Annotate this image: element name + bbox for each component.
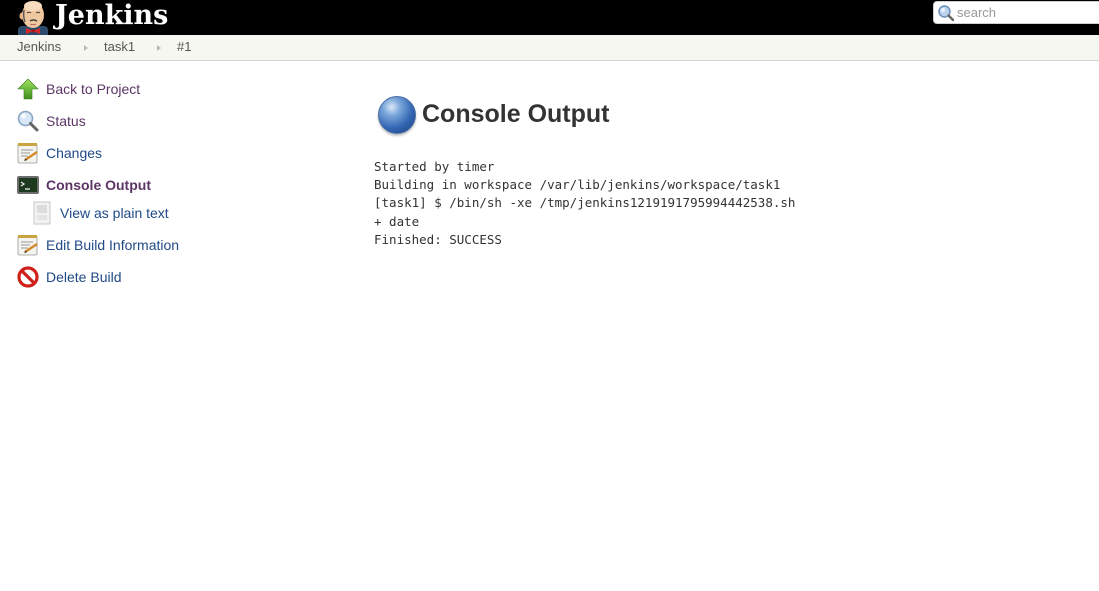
breadcrumb-build-1[interactable]: #1 (177, 39, 191, 54)
page-header: Jenkins (0, 0, 1099, 35)
console-line: Started by timer (374, 159, 495, 174)
jenkins-logo-link[interactable]: Jenkins (14, 0, 168, 35)
notepad-icon (16, 141, 40, 165)
jenkins-butler-icon (14, 0, 52, 35)
sidebar-item-edit-build-information[interactable]: Edit Build Information (16, 232, 179, 258)
console-line: Finished: SUCCESS (374, 231, 502, 247)
console-line: Building in workspace /var/lib/jenkins/w… (374, 177, 781, 193)
console-output: Started by timer Building in workspace /v… (374, 158, 795, 249)
no-entry-icon (16, 265, 40, 289)
sidebar-item-label: Status (46, 113, 86, 129)
document-icon (30, 201, 54, 225)
up-arrow-icon (16, 77, 40, 101)
breadcrumb-task1[interactable]: task1 (104, 39, 135, 54)
sidebar-item-delete-build[interactable]: Delete Build (16, 264, 122, 290)
sidebar-item-view-as-plain-text[interactable]: View as plain text (30, 200, 169, 226)
breadcrumb-jenkins[interactable]: Jenkins (17, 39, 61, 54)
sidebar-item-label: Delete Build (46, 269, 122, 285)
breadcrumb-separator-icon[interactable] (157, 45, 161, 51)
sidebar-item-label: Changes (46, 145, 103, 161)
sidebar-item-changes[interactable]: Changes (16, 140, 102, 166)
search-icon (938, 4, 955, 21)
console-line: [task1] $ /bin/sh -xe /tmp/jenkins121919… (374, 195, 796, 211)
search-input[interactable] (955, 2, 1095, 23)
breadcrumb: Jenkins task1 #1 (0, 35, 1099, 61)
sidebar-item-console-output[interactable]: Console Output (16, 172, 151, 198)
sidebar-item-label: Edit Build Information (46, 237, 180, 253)
console-line: + date (374, 213, 420, 229)
sidebar-item-label: Back to Project (46, 81, 141, 97)
sidebar-item-back-to-project[interactable]: Back to Project (16, 76, 140, 102)
search-box (933, 1, 1099, 24)
notepad-icon (16, 233, 40, 257)
breadcrumb-separator-icon[interactable] (84, 45, 88, 51)
sidebar-item-label: Console Output (46, 177, 151, 193)
terminal-icon (16, 173, 40, 197)
magnifier-icon (16, 109, 40, 133)
blue-ball-icon (378, 96, 416, 134)
sidebar-item-label: View as plain text (60, 205, 169, 221)
page-heading: Console Output (378, 96, 609, 134)
page-title: Console Output (422, 99, 610, 128)
sidebar-item-status[interactable]: Status (16, 108, 86, 134)
logo-text: Jenkins (55, 0, 169, 31)
